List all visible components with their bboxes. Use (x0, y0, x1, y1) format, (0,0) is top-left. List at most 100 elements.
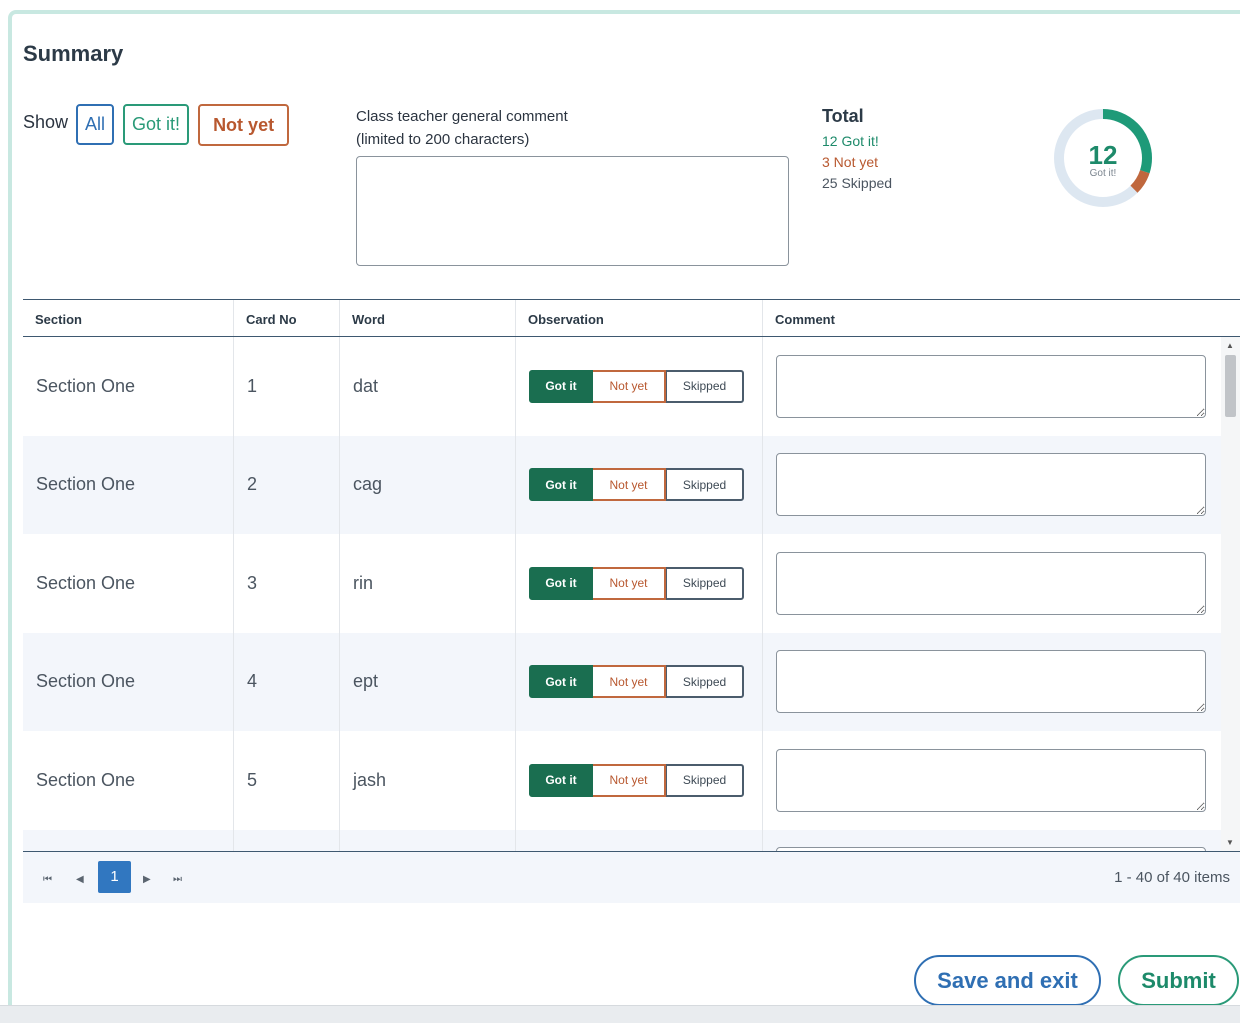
scroll-thumb[interactable] (1225, 355, 1236, 417)
bottom-strip (0, 1005, 1240, 1023)
row-comment-field[interactable] (776, 354, 1206, 418)
filter-got-it-button[interactable]: Got it! (123, 104, 190, 145)
cell-section: Section One (23, 731, 234, 830)
obs-got-it-button[interactable]: Got it (529, 665, 593, 699)
cell-observation: Got it Not yet Skipped (516, 731, 763, 830)
obs-not-yet-button[interactable]: Not yet (593, 763, 666, 797)
cell-observation: Got it Not yet Skipped (516, 337, 763, 436)
cell-card-no: 1 (234, 337, 340, 436)
header-card-no[interactable]: Card No (234, 300, 340, 336)
row-comment-field[interactable] (776, 551, 1206, 615)
observation-toggle: Got it Not yet Skipped (529, 665, 744, 699)
cell-comment (763, 436, 1221, 535)
observation-toggle: Got it Not yet Skipped (529, 468, 744, 502)
table-row: Section One 4 ept Got it Not yet Skipped (23, 632, 1221, 732)
row-comment-field[interactable] (776, 748, 1206, 812)
cell-section: Section One (23, 337, 234, 436)
filter-all-button[interactable]: All (76, 104, 115, 145)
obs-skipped-button[interactable]: Skipped (666, 369, 744, 403)
row-comment-field[interactable] (776, 650, 1206, 714)
cell-word: rin (340, 534, 516, 633)
obs-not-yet-button[interactable]: Not yet (593, 369, 666, 403)
table-row: Section One 5 jash Got it Not yet Skippe… (23, 731, 1221, 830)
cell-section: Section One (23, 435, 234, 534)
total-skipped: 25 Skipped (822, 175, 893, 191)
obs-skipped-button[interactable]: Skipped (666, 665, 744, 699)
filter-row: Show All Got it! Not yet (23, 104, 298, 146)
cell-section (23, 829, 234, 851)
table-row: Section One 2 cag Got it Not yet Skipped (23, 435, 1221, 535)
cell-card-no: 5 (234, 731, 340, 830)
cell-comment (763, 534, 1221, 633)
table-row (23, 829, 1221, 851)
grid-scrollbar[interactable]: ▲ ▼ (1221, 337, 1240, 851)
cell-word: dat (340, 337, 516, 436)
obs-got-it-button[interactable]: Got it (529, 468, 593, 502)
cell-comment (763, 830, 1221, 851)
general-comment-label-line2: (limited to 200 characters) (356, 131, 530, 148)
total-got: 12 Got it! (822, 133, 879, 149)
page-number-button[interactable]: 1 (98, 861, 131, 893)
general-comment-label: Class teacher general comment (limited t… (356, 105, 568, 151)
submit-button[interactable]: Submit (1118, 955, 1239, 1006)
table-row: Section One 3 rin Got it Not yet Skipped (23, 534, 1221, 633)
cell-card-no: 3 (234, 534, 340, 633)
general-comment-label-line1: Class teacher general comment (356, 108, 568, 125)
observation-toggle: Got it Not yet Skipped (529, 369, 744, 403)
observation-toggle: Got it Not yet Skipped (529, 566, 744, 600)
pager-info: 1 - 40 of 40 items (1114, 869, 1230, 886)
row-comment-field[interactable] (776, 453, 1206, 517)
next-page-icon[interactable]: ▶ (143, 874, 151, 885)
cell-comment (763, 337, 1221, 436)
scroll-down-icon[interactable]: ▼ (1226, 838, 1234, 847)
obs-skipped-button[interactable]: Skipped (666, 566, 744, 600)
cell-word (340, 829, 516, 851)
filter-not-yet-button[interactable]: Not yet (198, 104, 290, 146)
cell-section: Section One (23, 632, 234, 731)
pager: ⏮ ◀ 1 ▶ ⏭ 1 - 40 of 40 items (23, 851, 1240, 903)
cell-card-no: 4 (234, 632, 340, 731)
obs-not-yet-button[interactable]: Not yet (593, 566, 666, 600)
cell-card-no (234, 829, 340, 851)
obs-skipped-button[interactable]: Skipped (666, 468, 744, 502)
cell-word: jash (340, 731, 516, 830)
cell-observation: Got it Not yet Skipped (516, 435, 763, 534)
header-word[interactable]: Word (340, 300, 516, 336)
cell-word: cag (340, 435, 516, 534)
table-row: Section One 1 dat Got it Not yet Skipped (23, 337, 1221, 436)
header-section[interactable]: Section (23, 300, 234, 336)
cell-comment (763, 731, 1221, 830)
donut-number: 12 (1088, 140, 1118, 170)
prev-page-icon[interactable]: ◀ (76, 874, 84, 885)
cell-word: ept (340, 632, 516, 731)
cell-section: Section One (23, 534, 234, 633)
obs-not-yet-button[interactable]: Not yet (593, 665, 666, 699)
observation-toggle: Got it Not yet Skipped (529, 763, 744, 797)
last-page-icon[interactable]: ⏭ (173, 874, 182, 885)
header-comment[interactable]: Comment (763, 300, 1240, 336)
cell-comment (763, 633, 1221, 732)
results-grid: Section Card No Word Observation Comment… (23, 299, 1240, 903)
page-title: Summary (23, 41, 124, 66)
cell-observation: Got it Not yet Skipped (516, 632, 763, 731)
obs-got-it-button[interactable]: Got it (529, 566, 593, 600)
grid-body: Section One 1 dat Got it Not yet Skipped… (23, 337, 1221, 851)
cell-card-no: 2 (234, 435, 340, 534)
total-not-yet: 3 Not yet (822, 154, 879, 170)
obs-got-it-button[interactable]: Got it (529, 369, 593, 403)
header-observation[interactable]: Observation (516, 300, 763, 336)
obs-skipped-button[interactable]: Skipped (666, 763, 744, 797)
general-comment-field[interactable] (356, 156, 789, 266)
show-label: Show (23, 112, 69, 132)
obs-not-yet-button[interactable]: Not yet (593, 468, 666, 502)
save-and-exit-button[interactable]: Save and exit (914, 955, 1101, 1006)
totals-title: Total (822, 106, 864, 126)
scroll-up-icon[interactable]: ▲ (1226, 341, 1234, 350)
donut-label: Got it! (1089, 168, 1117, 179)
cell-observation (516, 829, 763, 851)
totals-block: Total 12 Got it! 3 Not yet 25 Skipped (822, 106, 892, 194)
first-page-icon[interactable]: ⏮ (43, 874, 52, 885)
grid-header: Section Card No Word Observation Comment (23, 300, 1240, 337)
cell-observation: Got it Not yet Skipped (516, 534, 763, 633)
obs-got-it-button[interactable]: Got it (529, 763, 593, 797)
